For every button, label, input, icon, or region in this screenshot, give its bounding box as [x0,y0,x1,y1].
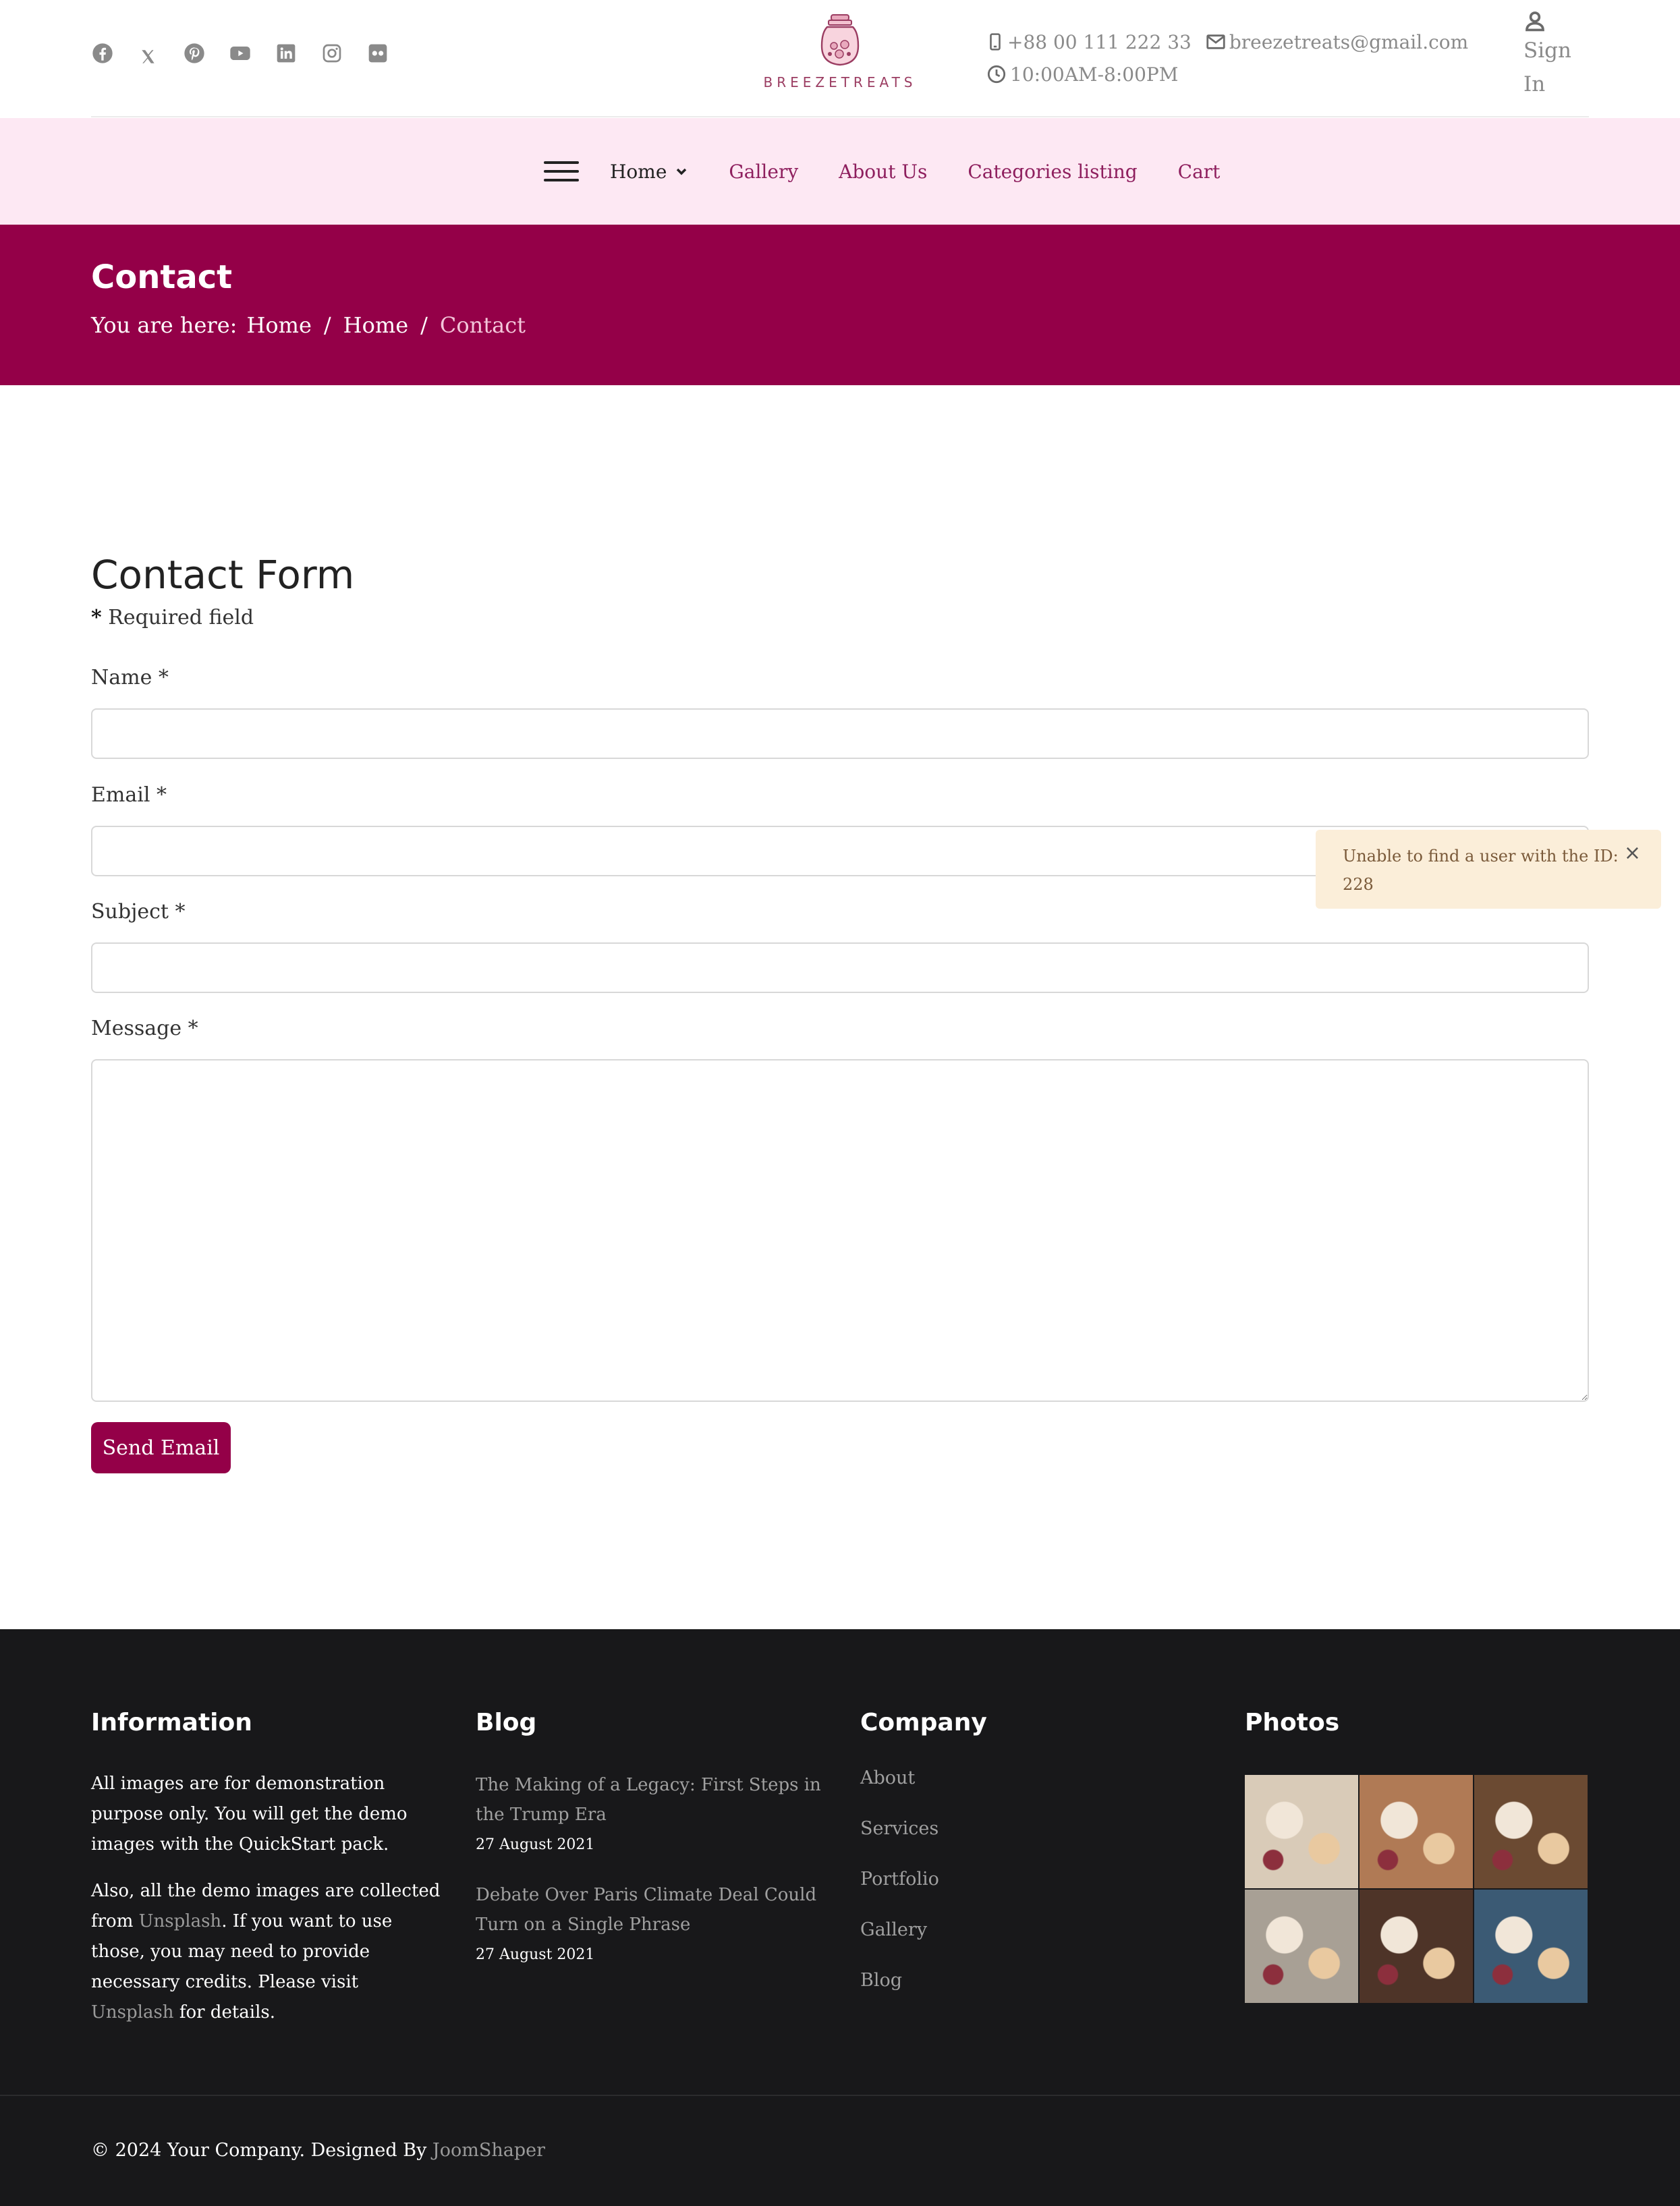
nav-item-categories-listing[interactable]: Categories listing [968,161,1137,183]
footer-photos: Photos [1245,1709,1589,2003]
pinterest-icon[interactable] [183,42,206,65]
opening-hours: 10:00AM-8:00PM [1010,63,1179,86]
footer-heading-blog: Blog [476,1709,537,1736]
info-paragraph-1: All images are for demonstration purpose… [91,1774,408,1855]
main-nav: Home Gallery About Us Categories listing… [0,118,1680,225]
site-logo[interactable]: BREEZETREATS [762,12,918,93]
footer-company: Company About Services Portfolio Gallery… [860,1709,1130,2020]
candy-jar-icon [820,14,860,66]
footer-information: Information All images are for demonstra… [91,1709,442,2028]
x-icon[interactable] [137,42,160,65]
logo-text: BREEZETREATS [763,74,917,90]
linkedin-icon[interactable] [275,42,298,65]
youtube-icon[interactable] [229,42,252,65]
photo-thumbnail[interactable] [1474,1890,1588,2003]
close-icon[interactable]: × [1624,839,1641,868]
error-toast: Unable to find a user with the ID: 228 × [1316,830,1661,909]
page-title-band: Contact You are here: Home / Home / Cont… [0,225,1680,385]
top-header: BREEZETREATS +88 00 111 222 33 breezetre… [0,0,1680,117]
chevron-down-icon [677,168,687,175]
footer-heading-information: Information [91,1709,252,1736]
photo-grid [1245,1775,1589,2003]
photo-thumbnail[interactable] [1474,1775,1588,1888]
breadcrumb-separator: / [420,312,428,338]
phone-icon [990,33,1001,51]
footer-blog: Blog The Making of a Legacy: First Steps… [476,1709,827,1963]
email-label: Email * [91,783,167,807]
social-links [91,42,412,65]
blog-post: Debate Over Paris Climate Deal Could Tur… [476,1880,827,1963]
send-email-button[interactable]: Send Email [91,1422,231,1473]
breadcrumb-prefix: You are here: [91,312,237,338]
nav-item-label: Home [610,160,667,183]
instagram-icon[interactable] [320,42,343,65]
message-textarea[interactable] [91,1059,1589,1402]
footer-link-blog[interactable]: Blog [860,1970,1130,2020]
form-heading: Contact Form [91,552,355,598]
blog-post-date: 27 August 2021 [476,1836,595,1853]
sign-in-label-line2: In [1523,72,1546,96]
name-label: Name * [91,666,169,689]
required-star: * [91,606,102,629]
email-address[interactable]: breezetreats@gmail.com [1229,31,1468,53]
toast-message: Unable to find a user with the ID: 228 [1343,847,1619,894]
footer-heading-photos: Photos [1245,1709,1340,1736]
blog-post: The Making of a Legacy: First Steps in t… [476,1770,827,1853]
footer-link-portfolio[interactable]: Portfolio [860,1869,1130,1919]
photo-thumbnail[interactable] [1245,1775,1358,1888]
nav-item-about-us[interactable]: About Us [839,161,927,183]
copyright: © 2024 Your Company. Designed By JoomSha… [91,2140,546,2161]
subject-label: Subject * [91,900,186,924]
photo-thumbnail[interactable] [1360,1890,1473,2003]
breadcrumb-separator: / [323,312,331,338]
sign-in-link[interactable]: Sign In [1523,9,1584,101]
flickr-icon[interactable] [366,42,389,65]
blog-post-title[interactable]: The Making of a Legacy: First Steps in t… [476,1770,827,1830]
breadcrumb: You are here: Home / Home / Contact [91,312,526,338]
breadcrumb-current: Contact [439,312,526,338]
info-paragraph-2: Also, all the demo images are collected … [91,1881,441,2023]
blog-post-date: 27 August 2021 [476,1946,595,1963]
breadcrumb-home-link-2[interactable]: Home [343,312,408,338]
unsplash-link[interactable]: Unsplash [139,1911,222,1931]
sign-in-label-line1: Sign [1523,38,1571,63]
footer: Information All images are for demonstra… [0,1629,1680,2206]
envelope-icon [1206,34,1225,49]
contact-form: Contact Form * Required field [91,546,1589,629]
nav-item-home[interactable]: Home [610,161,688,183]
facebook-icon[interactable] [91,42,114,65]
user-icon [1525,11,1544,32]
required-note: * Required field [91,606,1589,629]
menu-hamburger-icon[interactable] [544,160,579,183]
footer-heading-company: Company [860,1709,987,1736]
footer-link-services[interactable]: Services [860,1818,1130,1869]
message-label: Message * [91,1017,198,1040]
photo-thumbnail[interactable] [1245,1890,1358,2003]
required-text: Required field [108,606,254,629]
subject-input[interactable] [91,942,1589,993]
nav-item-cart[interactable]: Cart [1178,161,1221,183]
name-input[interactable] [91,708,1589,759]
phone-number[interactable]: +88 00 111 222 33 [1007,31,1192,53]
blog-post-title[interactable]: Debate Over Paris Climate Deal Could Tur… [476,1880,827,1940]
footer-link-gallery[interactable]: Gallery [860,1919,1130,1970]
photo-thumbnail[interactable] [1360,1775,1473,1888]
footer-divider [0,2095,1680,2096]
footer-link-about[interactable]: About [860,1767,1130,1818]
clock-icon [987,65,1006,84]
page-title: Contact [91,258,233,296]
joomshaper-link[interactable]: JoomShaper [432,2140,545,2161]
nav-item-gallery[interactable]: Gallery [729,161,798,183]
breadcrumb-home-link[interactable]: Home [246,312,311,338]
contact-info: +88 00 111 222 33 breezetreats@gmail.com… [987,26,1468,90]
header-divider [91,116,1589,117]
unsplash-link-2[interactable]: Unsplash [91,2002,174,2023]
